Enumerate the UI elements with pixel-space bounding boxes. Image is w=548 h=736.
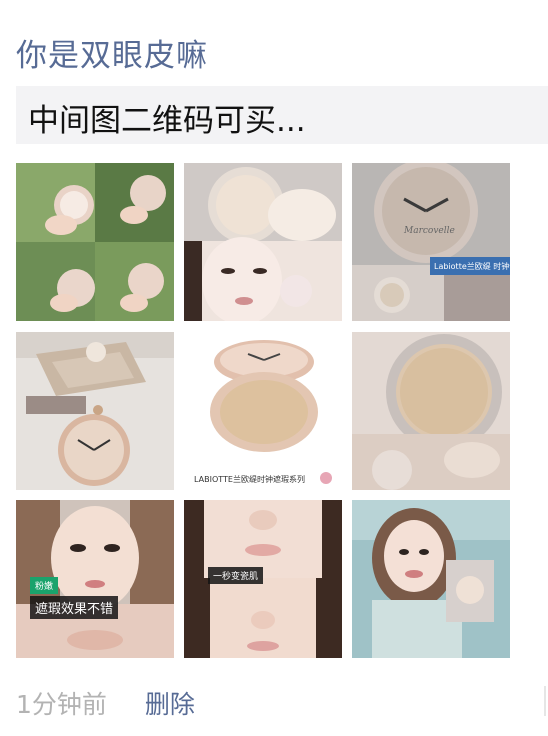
- post-footer: 1分钟前 删除: [16, 685, 195, 721]
- photo-6[interactable]: [352, 332, 510, 490]
- photo-2[interactable]: [184, 163, 342, 321]
- photo-9[interactable]: [352, 500, 510, 658]
- photo-1[interactable]: [16, 163, 174, 321]
- photo-2-image: [184, 163, 342, 321]
- photo-8-caption: 一秒变瓷肌: [208, 567, 264, 584]
- photo-9-image: [352, 500, 510, 658]
- photo-5-caption: LABIOTTE兰欧缇时钟遮瑕系列: [194, 474, 305, 484]
- photo-5-image: LABIOTTE兰欧缇时钟遮瑕系列: [184, 332, 342, 490]
- photo-6-image: [352, 332, 510, 490]
- photo-4-image: [16, 332, 174, 490]
- photo-grid: Marcovelle Labiotte兰欧缇 时钟气垫: [16, 163, 510, 659]
- post-author-name[interactable]: 你是双眼皮嘛: [16, 30, 208, 75]
- photo-4[interactable]: [16, 332, 174, 490]
- photo-8[interactable]: 一秒变瓷肌: [184, 500, 342, 658]
- photo-3-brand: Labiotte兰欧缇 时钟气垫: [434, 261, 510, 271]
- post-timestamp: 1分钟前: [16, 690, 107, 719]
- photo-7[interactable]: 粉嫩 遮瑕效果不错: [16, 500, 174, 658]
- photo-1-image: [16, 163, 174, 321]
- delete-link[interactable]: 删除: [145, 685, 195, 721]
- photo-5[interactable]: LABIOTTE兰欧缇时钟遮瑕系列: [184, 332, 342, 490]
- shared-link-card[interactable]: 中间图二维码可买...: [16, 86, 548, 144]
- link-title: 中间图二维码可买...: [28, 103, 306, 139]
- photo-3-logo: Marcovelle: [403, 226, 455, 236]
- photo-3-image: Marcovelle Labiotte兰欧缇 时钟气垫: [352, 163, 510, 321]
- photo-7-tag: 粉嫩: [30, 577, 59, 594]
- scrollbar[interactable]: [544, 686, 546, 716]
- photo-3[interactable]: Marcovelle Labiotte兰欧缇 时钟气垫: [352, 163, 510, 321]
- photo-7-caption: 遮瑕效果不错: [30, 596, 119, 619]
